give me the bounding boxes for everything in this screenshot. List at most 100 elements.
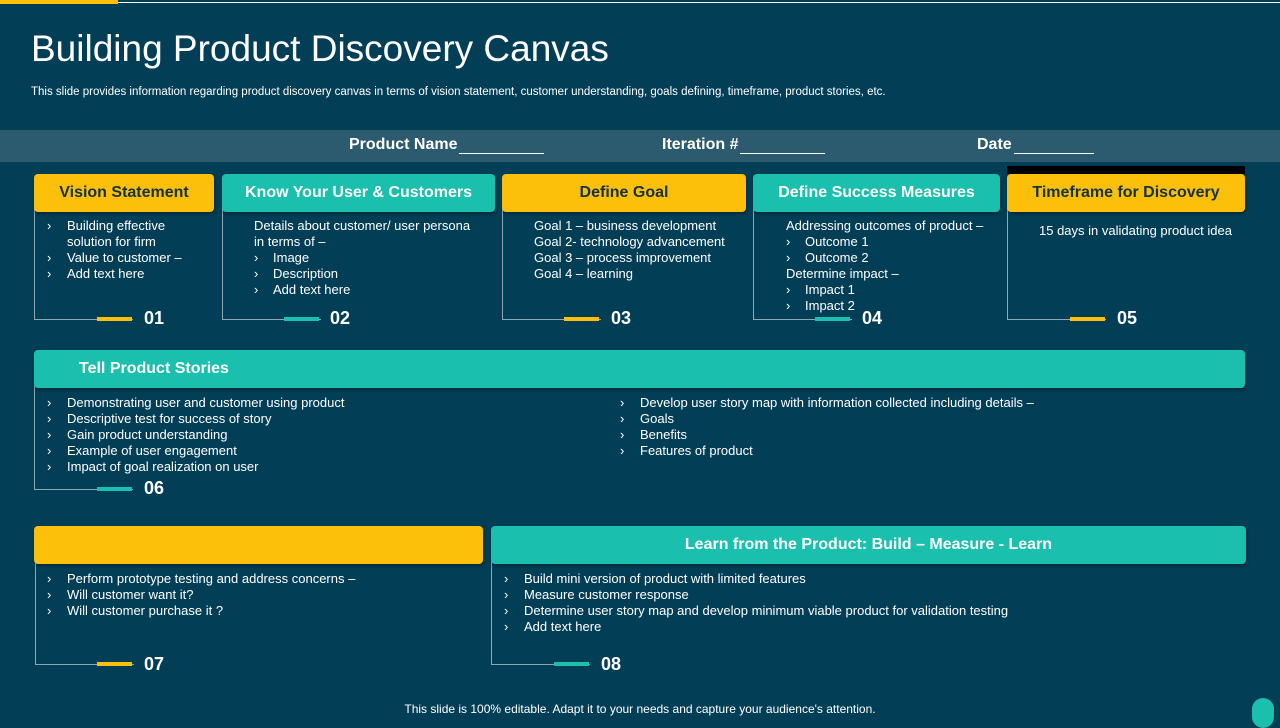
bullet-item: › Building effective bbox=[47, 218, 166, 233]
card-06-number: 06 bbox=[144, 478, 165, 498]
card-07-header bbox=[34, 526, 483, 564]
card-03-number: 03 bbox=[611, 308, 632, 328]
chevron-right-icon: › bbox=[47, 218, 52, 233]
card-08-accent-tick bbox=[554, 662, 589, 666]
date-label: Date bbox=[977, 136, 1012, 153]
product-name-field[interactable]: Product Name bbox=[349, 136, 545, 154]
chevron-right-icon: › bbox=[504, 571, 509, 586]
bullet-item: › Add text here bbox=[47, 266, 145, 281]
bullet-item: › Example of user engagement bbox=[47, 443, 237, 458]
chevron-right-icon: › bbox=[47, 395, 52, 410]
body-line: Goal 3 – process improvement bbox=[534, 250, 712, 265]
chevron-right-icon: › bbox=[47, 266, 52, 281]
chevron-right-icon: › bbox=[620, 411, 625, 426]
bullet-item: › Will customer purchase it ? bbox=[47, 603, 224, 618]
card-05-header: Timeframe for Discovery bbox=[1007, 174, 1245, 212]
chevron-right-icon: › bbox=[620, 443, 625, 458]
card-02-number: 02 bbox=[330, 308, 351, 328]
slide-subtitle: This slide provides information regardin… bbox=[31, 86, 886, 98]
card-05-number: 05 bbox=[1117, 308, 1138, 328]
iteration-field[interactable]: Iteration # bbox=[662, 136, 826, 154]
card-06-header: Tell Product Stories bbox=[34, 350, 1245, 388]
bullet-item: › Add text here bbox=[254, 282, 351, 297]
card-02-accent-tick bbox=[284, 317, 319, 321]
card-04-number: 04 bbox=[862, 308, 883, 328]
card-02-body: Details about customer/ user persona in … bbox=[222, 218, 470, 298]
bullet-item: › Image bbox=[254, 250, 310, 265]
card-08-number: 08 bbox=[601, 654, 622, 674]
chevron-right-icon: › bbox=[254, 282, 259, 297]
chevron-right-icon: › bbox=[47, 443, 52, 458]
chevron-right-icon: › bbox=[620, 427, 625, 442]
iteration-label: Iteration # bbox=[662, 136, 739, 153]
chevron-right-icon: › bbox=[254, 266, 259, 281]
corner-decoration bbox=[1252, 698, 1274, 728]
top-divider-line bbox=[118, 2, 1280, 3]
chevron-right-icon: › bbox=[47, 411, 52, 426]
chevron-right-icon: › bbox=[47, 459, 52, 474]
bullet-item: › Value to customer – bbox=[47, 250, 182, 265]
card-08-body: › Build mini version of product with limi… bbox=[492, 571, 1008, 635]
bullet-item: › Goals bbox=[620, 411, 674, 426]
slide-title: Building Product Discovery Canvas bbox=[31, 28, 609, 69]
bullet-item: › Develop user story map with information… bbox=[620, 395, 1034, 410]
top-accent-bar bbox=[0, 0, 118, 4]
card-07-accent-tick bbox=[97, 662, 132, 666]
body-line: Goal 1 – business development bbox=[534, 218, 717, 233]
card-04-header: Define Success Measures bbox=[753, 174, 1000, 212]
card-03-body: Goal 1 – business development Goal 2- te… bbox=[502, 218, 725, 282]
bullet-item: › Descriptive test for success of story bbox=[47, 411, 272, 426]
card-01-body: › Building effective solution for firm › V… bbox=[35, 218, 182, 282]
card-07-number: 07 bbox=[144, 654, 165, 674]
body-line: Goal 2- technology advancement bbox=[534, 234, 725, 249]
bullet-item: › Impact 1 bbox=[786, 282, 855, 297]
body-line: 15 days in validating product idea bbox=[1039, 223, 1232, 238]
body-line: in terms of – bbox=[254, 234, 326, 249]
card-08-header: Learn from the Product: Build – Measure … bbox=[491, 526, 1246, 564]
chevron-right-icon: › bbox=[47, 587, 52, 602]
card-05-header-shadow bbox=[1007, 166, 1245, 174]
chevron-right-icon: › bbox=[47, 427, 52, 442]
bullet-item: › Measure customer response bbox=[504, 587, 689, 602]
bullet-item: › Determine user story map and develop mi… bbox=[504, 603, 1009, 618]
card-04-accent-tick bbox=[815, 317, 850, 321]
chevron-right-icon: › bbox=[786, 298, 791, 313]
bullet-item: › Build mini version of product with limi… bbox=[504, 571, 806, 586]
chevron-right-icon: › bbox=[504, 587, 509, 602]
bullet-item: › Add text here bbox=[504, 619, 602, 634]
card-01-accent-tick bbox=[97, 317, 132, 321]
chevron-right-icon: › bbox=[786, 282, 791, 297]
bullet-continuation: solution for firm bbox=[67, 234, 156, 249]
body-line: Details about customer/ user persona bbox=[254, 218, 471, 233]
chevron-right-icon: › bbox=[786, 234, 791, 249]
card-03-accent-tick bbox=[564, 317, 599, 321]
product-name-label: Product Name bbox=[349, 136, 458, 153]
bullet-item: › Will customer want it? bbox=[47, 587, 194, 602]
bullet-item: › Description bbox=[254, 266, 339, 281]
date-blank[interactable] bbox=[1013, 139, 1094, 154]
card-04-body: Addressing outcomes of product – › Outcom… bbox=[754, 218, 983, 314]
card-06-left-body: › Demonstrating user and customer using p… bbox=[35, 395, 344, 475]
chevron-right-icon: › bbox=[504, 603, 509, 618]
chevron-right-icon: › bbox=[786, 250, 791, 265]
card-07-body: › Perform prototype testing and address c… bbox=[35, 571, 355, 619]
bullet-item: › Outcome 1 bbox=[786, 234, 869, 249]
bullet-item: › Outcome 2 bbox=[786, 250, 869, 265]
chevron-right-icon: › bbox=[254, 250, 259, 265]
iteration-blank[interactable] bbox=[740, 139, 826, 154]
card-06-accent-tick bbox=[97, 487, 132, 491]
bullet-item: › Demonstrating user and customer using p… bbox=[47, 395, 345, 410]
body-line: Goal 4 – learning bbox=[534, 266, 634, 281]
slide-footer-note: This slide is 100% editable. Adapt it to… bbox=[404, 702, 876, 716]
card-06-right-body: › Develop user story map with information… bbox=[620, 395, 1034, 459]
bullet-item: › Features of product bbox=[620, 443, 753, 458]
card-01-number: 01 bbox=[144, 308, 165, 328]
body-line: Addressing outcomes of product – bbox=[786, 218, 984, 233]
card-05-body: 15 days in validating product idea bbox=[1039, 223, 1232, 239]
product-name-blank[interactable] bbox=[459, 139, 545, 154]
chevron-right-icon: › bbox=[47, 571, 52, 586]
chevron-right-icon: › bbox=[47, 603, 52, 618]
date-field[interactable]: Date bbox=[977, 136, 1094, 154]
bullet-item: › Perform prototype testing and address c… bbox=[47, 571, 356, 586]
bullet-item: › Impact of goal realization on user bbox=[47, 459, 259, 474]
